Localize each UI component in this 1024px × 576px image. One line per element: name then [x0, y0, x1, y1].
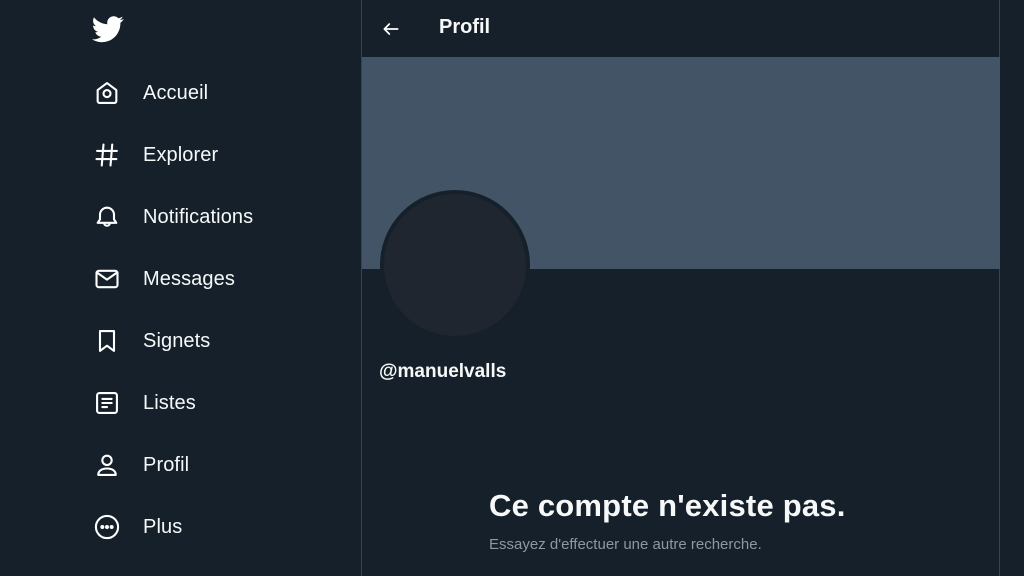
right-column-edge: [1001, 0, 1024, 576]
sidebar-item-label: Notifications: [143, 205, 254, 228]
home-icon: [92, 78, 122, 108]
sidebar-item-notifications[interactable]: Notifications: [92, 197, 253, 237]
profile-header: Profil: [362, 0, 999, 57]
envelope-icon: [92, 264, 122, 294]
twitter-bird-icon: [91, 16, 124, 43]
sidebar-item-label: Listes: [143, 391, 196, 414]
empty-state-title: Ce compte n'existe pas.: [489, 488, 846, 523]
list-icon: [92, 388, 122, 418]
more-circle-icon: [92, 512, 122, 542]
sidebar-item-plus[interactable]: Plus: [92, 507, 182, 547]
sidebar-item-listes[interactable]: Listes: [92, 383, 196, 423]
profile-handle: @manuelvalls: [379, 361, 507, 382]
sidebar-nav: Accueil Explorer Notifications Messages: [0, 0, 361, 576]
sidebar-item-label: Signets: [143, 329, 211, 352]
sidebar-item-profil[interactable]: Profil: [92, 445, 189, 485]
sidebar-item-label: Explorer: [143, 143, 219, 166]
sidebar-item-label: Messages: [143, 267, 235, 290]
hashtag-icon: [92, 140, 122, 170]
back-button[interactable]: [376, 14, 406, 44]
sidebar-item-signets[interactable]: Signets: [92, 321, 210, 361]
sidebar-item-label: Plus: [143, 515, 183, 538]
bell-icon: [92, 202, 122, 232]
bookmark-icon: [92, 326, 122, 356]
sidebar-item-label: Profil: [143, 453, 190, 476]
sidebar-item-explorer[interactable]: Explorer: [92, 135, 218, 175]
page-title: Profil: [439, 16, 491, 38]
sidebar-item-accueil[interactable]: Accueil: [92, 73, 208, 113]
sidebar-item-messages[interactable]: Messages: [92, 259, 235, 299]
twitter-logo[interactable]: [91, 13, 124, 45]
empty-state-subtitle: Essayez d'effectuer une autre recherche.: [489, 536, 762, 553]
profile-column: Profil @manuelvalls Ce compte n'existe p…: [361, 0, 1000, 576]
avatar: [380, 190, 530, 340]
person-icon: [92, 450, 122, 480]
sidebar-item-label: Accueil: [143, 81, 209, 104]
arrow-left-icon: [383, 23, 399, 35]
